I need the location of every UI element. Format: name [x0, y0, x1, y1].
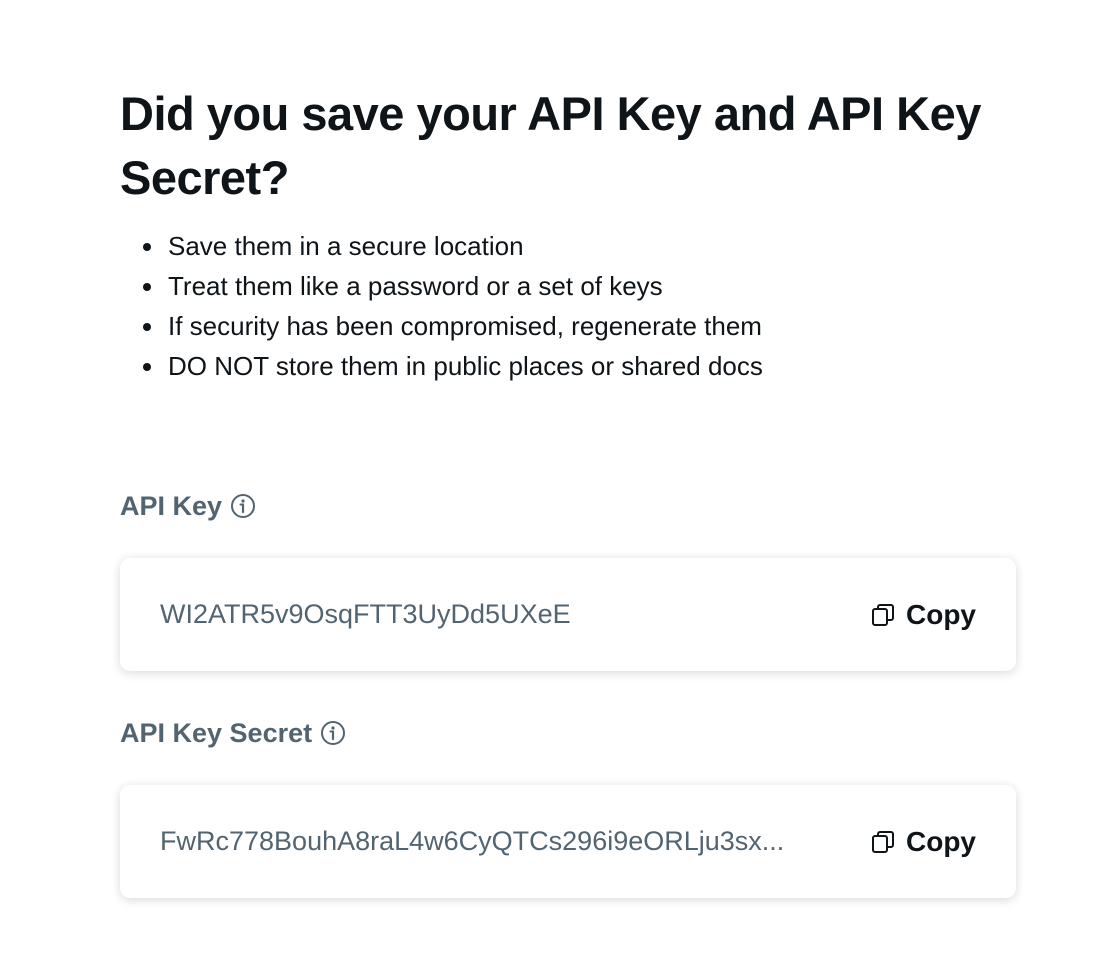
api-key-secret-label: API Key Secret — [120, 717, 313, 748]
info-icon[interactable] — [320, 720, 346, 746]
api-key-box: WI2ATR5v9OsqFTT3UyDd5UXeE Copy — [120, 558, 1016, 671]
copy-label: Copy — [906, 825, 976, 857]
api-key-label-row: API Key — [120, 489, 256, 523]
copy-api-key-button[interactable]: Copy — [870, 558, 976, 671]
api-key-value: WI2ATR5v9OsqFTT3UyDd5UXeE — [160, 599, 571, 629]
copy-api-key-secret-button[interactable]: Copy — [870, 785, 976, 898]
security-tips-list: Save them in a secure location Treat the… — [120, 226, 763, 386]
list-item: Save them in a secure location — [143, 226, 763, 266]
api-key-secret-value: FwRc778BouhA8raL4w6CyQTCs296i9eORLju3sx.… — [160, 826, 785, 856]
api-key-secret-label-row: API Key Secret — [120, 716, 346, 750]
info-icon[interactable] — [230, 493, 256, 519]
copy-label: Copy — [906, 598, 976, 630]
api-key-label: API Key — [120, 490, 223, 521]
list-item: If security has been compromised, regene… — [143, 306, 763, 346]
list-item: DO NOT store them in public places or sh… — [143, 346, 763, 386]
copy-icon — [870, 602, 896, 628]
copy-icon — [870, 829, 896, 855]
page-title: Did you save your API Key and API Key Se… — [120, 87, 981, 204]
list-item: Treat them like a password or a set of k… — [143, 266, 763, 306]
api-key-secret-box: FwRc778BouhA8raL4w6CyQTCs296i9eORLju3sx.… — [120, 785, 1016, 898]
